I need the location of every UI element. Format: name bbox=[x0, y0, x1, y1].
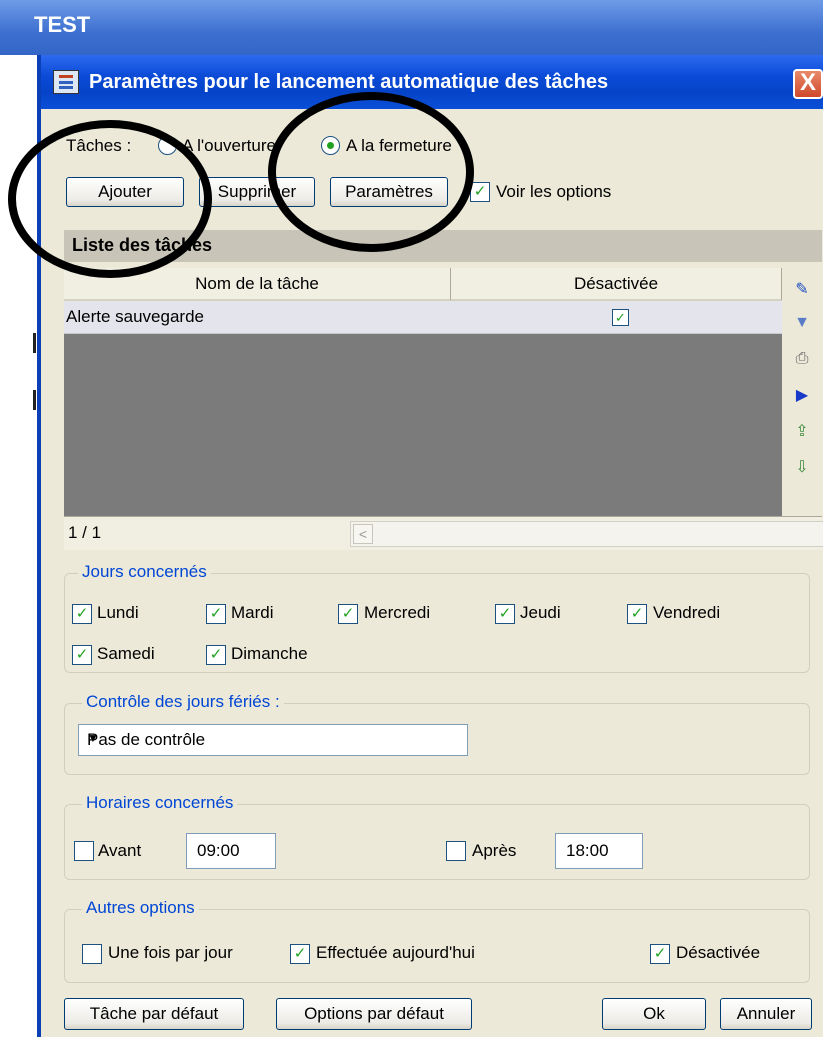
jours-title: Jours concernés bbox=[78, 562, 211, 582]
scroll-left-icon[interactable]: < bbox=[353, 524, 373, 544]
radio-ouverture-label: A l'ouverture bbox=[182, 136, 276, 155]
left-edge-mark bbox=[33, 390, 36, 410]
voir-options-checkbox[interactable]: ✓ bbox=[470, 182, 490, 202]
mercredi-label: Mercredi bbox=[364, 603, 431, 622]
mardi-label: Mardi bbox=[231, 603, 274, 622]
annotation-circle bbox=[268, 92, 474, 252]
voir-options-label: Voir les options bbox=[496, 182, 612, 201]
une-fois-label: Une fois par jour bbox=[108, 943, 233, 962]
chevron-down-icon: ▼ bbox=[87, 731, 99, 745]
task-name-cell: Alerte sauvegarde bbox=[66, 307, 204, 326]
feries-title: Contrôle des jours fériés : bbox=[82, 692, 284, 712]
annotation-circle bbox=[8, 120, 212, 278]
mercredi-checkbox[interactable]: ✓ bbox=[338, 604, 358, 624]
effectuee-label: Effectuée aujourd'hui bbox=[316, 943, 475, 962]
une-fois-checkbox[interactable] bbox=[82, 944, 102, 964]
avant-checkbox[interactable] bbox=[74, 841, 94, 861]
samedi-label: Samedi bbox=[97, 644, 155, 663]
play-icon[interactable]: ▶ bbox=[792, 384, 812, 406]
annuler-button[interactable]: Annuler bbox=[720, 998, 812, 1030]
lundi-checkbox[interactable]: ✓ bbox=[72, 604, 92, 624]
print-icon[interactable]: ⎙ bbox=[792, 348, 812, 370]
dialog-title: Paramètres pour le lancement automatique… bbox=[89, 71, 609, 93]
horaires-title: Horaires concernés bbox=[82, 793, 238, 813]
filter-icon[interactable]: ▼ bbox=[792, 312, 812, 334]
export-icon[interactable]: ⇪ bbox=[792, 420, 812, 442]
ok-button[interactable]: Ok bbox=[602, 998, 706, 1030]
column-header-disabled[interactable]: Désactivée bbox=[451, 268, 782, 301]
window-title: TEST bbox=[34, 12, 91, 37]
left-edge-mark bbox=[33, 333, 36, 353]
jeudi-label: Jeudi bbox=[520, 603, 561, 622]
samedi-checkbox[interactable]: ✓ bbox=[72, 645, 92, 665]
mardi-checkbox[interactable]: ✓ bbox=[206, 604, 226, 624]
horaires-group bbox=[64, 804, 810, 880]
avant-time-input[interactable]: 09:00 bbox=[186, 833, 276, 869]
jours-group bbox=[64, 573, 810, 673]
close-button[interactable]: X bbox=[793, 69, 823, 99]
apres-label: Après bbox=[472, 841, 517, 860]
lundi-label: Lundi bbox=[97, 603, 139, 622]
import-icon[interactable]: ⇩ bbox=[792, 456, 812, 478]
horizontal-scrollbar[interactable]: < > bbox=[350, 521, 823, 547]
tache-defaut-button[interactable]: Tâche par défaut bbox=[64, 998, 244, 1030]
dimanche-label: Dimanche bbox=[231, 644, 308, 663]
feries-select[interactable]: Pas de contrôle ▼ bbox=[78, 724, 468, 756]
window-title-bar: TEST bbox=[0, 0, 823, 55]
task-disabled-checkbox[interactable]: ✓ bbox=[612, 309, 629, 326]
edit-icon[interactable]: ✎ bbox=[792, 278, 812, 300]
task-table: Nom de la tâche Désactivée Alerte sauveg… bbox=[64, 268, 782, 516]
desactivee-label: Désactivée bbox=[676, 943, 761, 962]
table-toolbar: ✎ ▼ ⎙ ▶ ⇪ ⇩ bbox=[784, 268, 822, 516]
vendredi-checkbox[interactable]: ✓ bbox=[627, 604, 647, 624]
apres-checkbox[interactable] bbox=[446, 841, 466, 861]
effectuee-checkbox[interactable]: ✓ bbox=[290, 944, 310, 964]
pager-text: 1 / 1 bbox=[68, 523, 102, 542]
autres-title: Autres options bbox=[82, 898, 199, 918]
vendredi-label: Vendredi bbox=[653, 603, 721, 622]
jeudi-checkbox[interactable]: ✓ bbox=[495, 604, 515, 624]
avant-label: Avant bbox=[98, 841, 142, 860]
options-defaut-button[interactable]: Options par défaut bbox=[276, 998, 472, 1030]
dialog-title-bar[interactable]: Paramètres pour le lancement automatique… bbox=[41, 55, 823, 109]
dimanche-checkbox[interactable]: ✓ bbox=[206, 645, 226, 665]
table-row[interactable]: Alerte sauvegarde ✓ bbox=[64, 301, 782, 334]
desactivee-checkbox[interactable]: ✓ bbox=[650, 944, 670, 964]
app-icon bbox=[53, 70, 79, 94]
table-footer: 1 / 1 < > bbox=[64, 516, 823, 550]
apres-time-input[interactable]: 18:00 bbox=[555, 833, 643, 869]
